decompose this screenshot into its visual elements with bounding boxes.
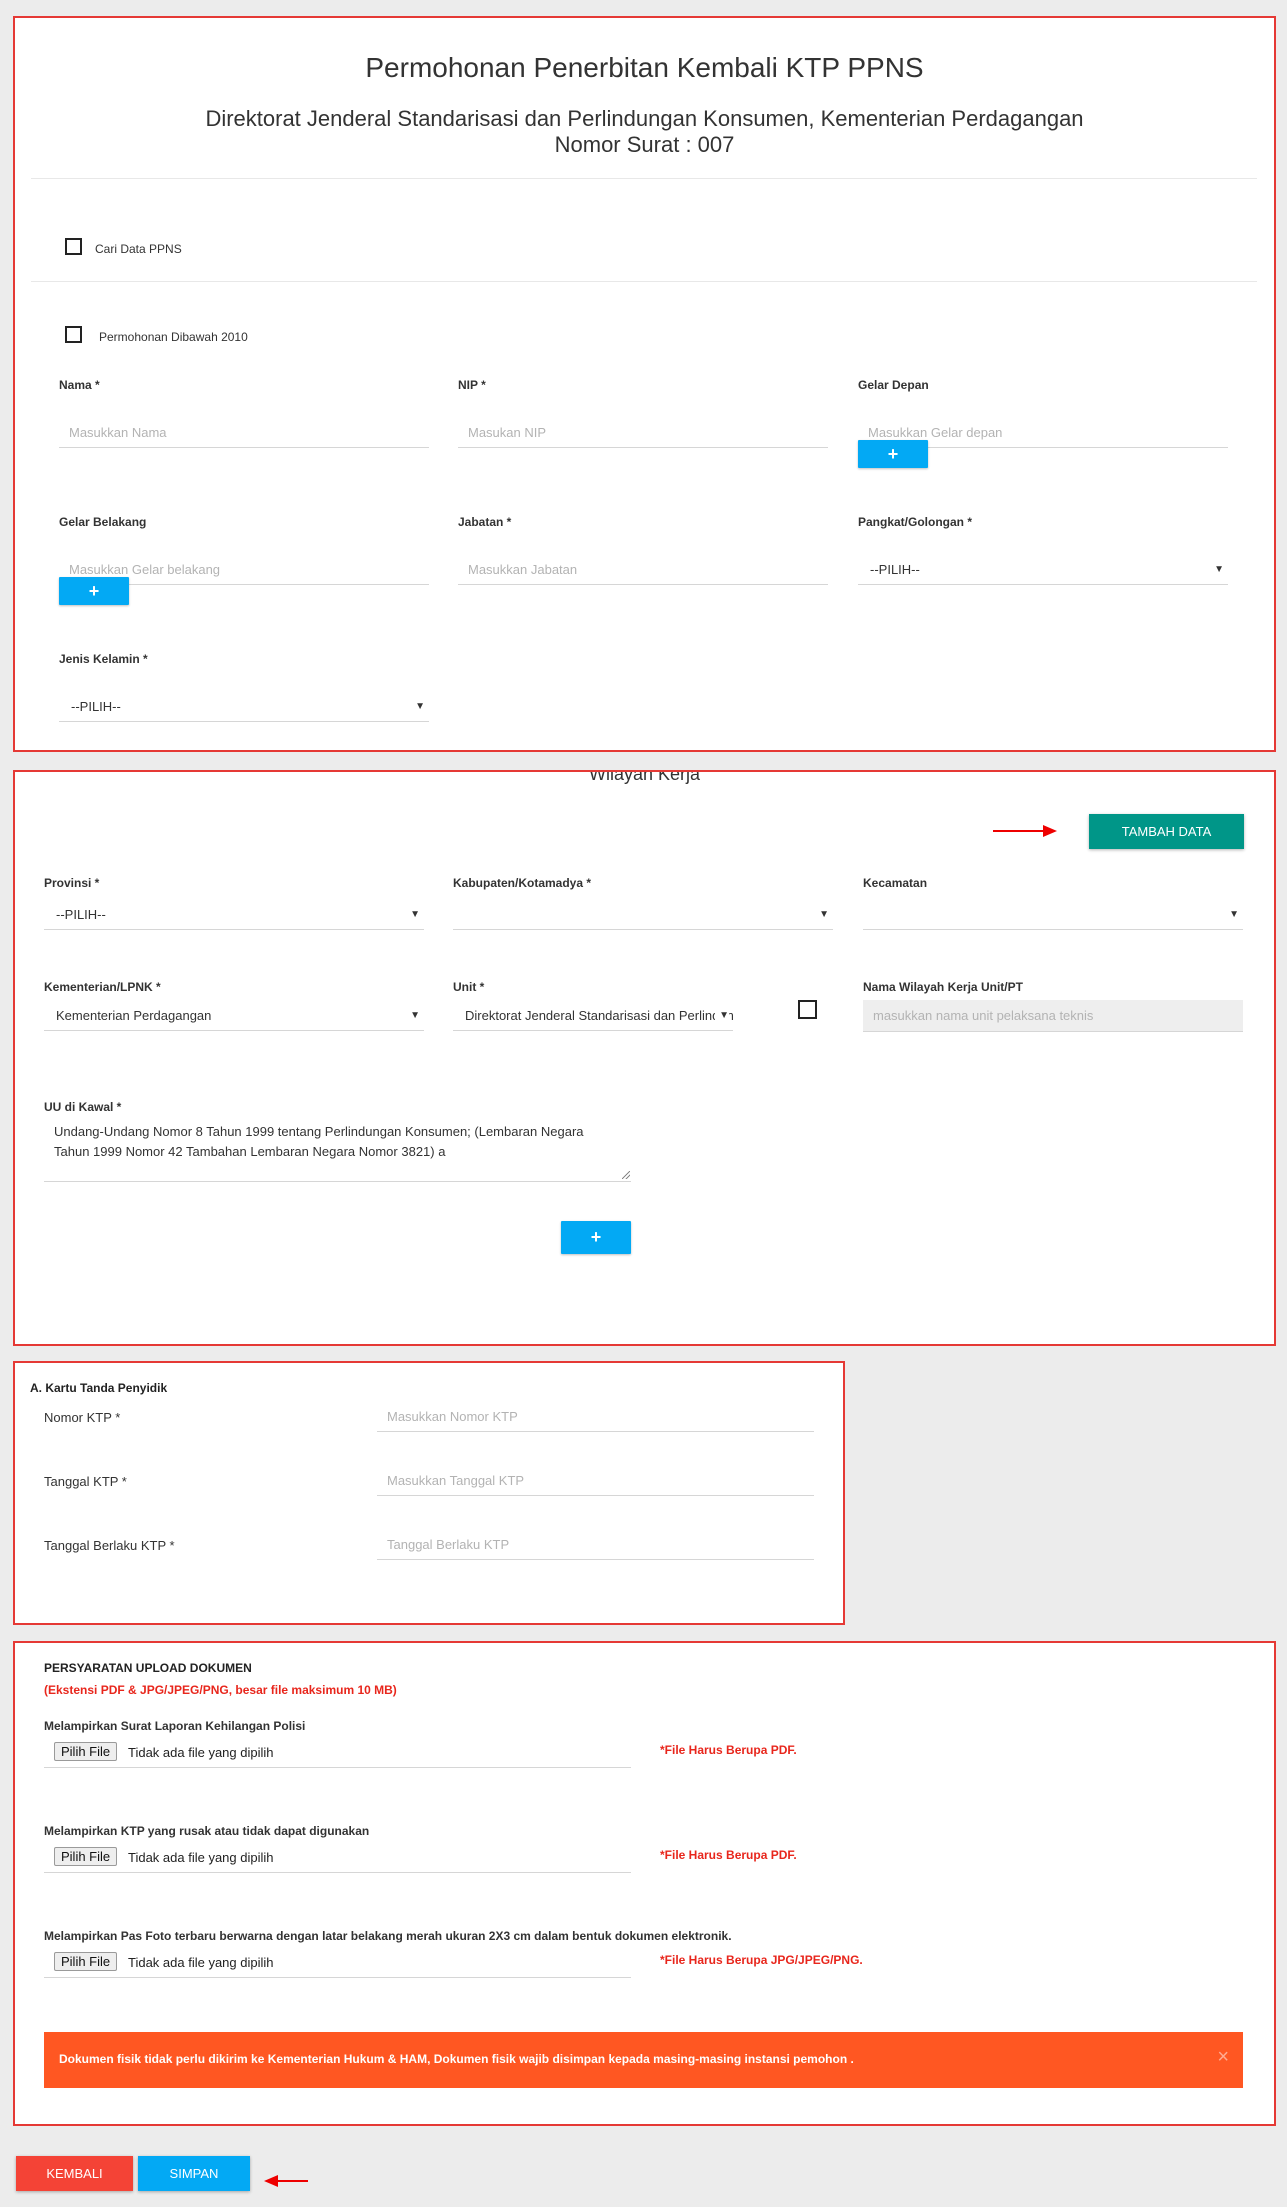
- header-divider: [31, 178, 1257, 179]
- cari-data-checkbox[interactable]: [65, 238, 82, 255]
- alert-text: Dokumen fisik tidak perlu dikirim ke Kem…: [59, 2052, 854, 2066]
- jabatan-label: Jabatan *: [458, 515, 512, 529]
- tanggal-ktp-label: Tanggal KTP *: [44, 1474, 127, 1489]
- upload-panel: PERSYARATAN UPLOAD DOKUMEN (Ekstensi PDF…: [13, 1641, 1276, 2126]
- jenis-kelamin-label: Jenis Kelamin *: [59, 652, 148, 666]
- chevron-down-icon: ▼: [1229, 909, 1239, 920]
- nama-input[interactable]: [59, 418, 429, 448]
- page-title: Permohonan Penerbitan Kembali KTP PPNS: [365, 52, 924, 83]
- provinsi-label: Provinsi *: [44, 876, 100, 890]
- nomor-ktp-input[interactable]: [377, 1402, 814, 1432]
- arrow-indicator: [276, 2180, 308, 2182]
- gelar-depan-label: Gelar Depan: [858, 378, 929, 392]
- uu-textarea[interactable]: Undang-Undang Nomor 8 Tahun 1999 tentang…: [44, 1122, 631, 1182]
- add-gelar-depan-button[interactable]: +: [858, 440, 928, 468]
- info-alert: Dokumen fisik tidak perlu dikirim ke Kem…: [44, 2032, 1243, 2088]
- kecamatan-select[interactable]: ▼: [863, 900, 1243, 930]
- upload-item-label: Melampirkan Pas Foto terbaru berwarna de…: [44, 1929, 732, 1943]
- close-icon[interactable]: ×: [1217, 2046, 1229, 2069]
- tanggal-ktp-input[interactable]: [377, 1466, 814, 1496]
- wilayah-title: Wilayah Kerja: [588, 770, 701, 784]
- jenis-kelamin-select[interactable]: --PILIH-- ▼: [59, 692, 429, 722]
- nama-wilayah-input[interactable]: [863, 1000, 1243, 1032]
- arrow-indicator: [993, 830, 1045, 832]
- add-uu-button[interactable]: +: [561, 1221, 631, 1254]
- gelar-belakang-label: Gelar Belakang: [59, 515, 147, 529]
- chevron-down-icon: ▼: [819, 909, 829, 920]
- nip-input[interactable]: [458, 418, 828, 448]
- pangkat-select[interactable]: --PILIH-- ▼: [858, 555, 1228, 585]
- upload-title: PERSYARATAN UPLOAD DOKUMEN: [44, 1661, 252, 1675]
- jenis-kelamin-value: --PILIH--: [71, 699, 121, 714]
- search-divider: [31, 281, 1257, 282]
- ktp-section-title: A. Kartu Tanda Penyidik: [30, 1381, 168, 1395]
- kementerian-label: Kementerian/LPNK *: [44, 980, 161, 994]
- kementerian-select[interactable]: Kementerian Perdagangan ▼: [44, 1001, 424, 1031]
- chevron-down-icon: ▼: [410, 1010, 420, 1021]
- choose-file-button[interactable]: Pilih File: [54, 1847, 118, 1866]
- file-hint: *File Harus Berupa PDF.: [660, 1848, 797, 1862]
- unit-label: Unit *: [453, 980, 485, 994]
- chevron-down-icon: ▼: [415, 701, 425, 712]
- file-hint: *File Harus Berupa PDF.: [660, 1743, 797, 1757]
- upload-note: (Ekstensi PDF & JPG/JPEG/PNG, besar file…: [44, 1683, 397, 1697]
- cari-data-label: Cari Data PPNS: [95, 242, 182, 256]
- wilayah-panel: Wilayah Kerja TAMBAH DATA Provinsi * --P…: [13, 770, 1276, 1346]
- berlaku-ktp-label: Tanggal Berlaku KTP *: [44, 1538, 175, 1553]
- kembali-button[interactable]: KEMBALI: [16, 2156, 133, 2191]
- nama-wilayah-label: Nama Wilayah Kerja Unit/PT: [863, 980, 1023, 994]
- upload-item-label: Melampirkan Surat Laporan Kehilangan Pol…: [44, 1719, 306, 1733]
- berlaku-ktp-input[interactable]: [377, 1530, 814, 1560]
- kementerian-value: Kementerian Perdagangan: [56, 1008, 212, 1023]
- add-gelar-belakang-button[interactable]: +: [59, 577, 129, 605]
- kabupaten-select[interactable]: ▼: [453, 900, 833, 930]
- unit-checkbox[interactable]: [798, 1000, 817, 1019]
- unit-value: Direktorat Jenderal Standarisasi dan Per…: [465, 1008, 733, 1023]
- nip-label: NIP *: [458, 378, 486, 392]
- file-status: Tidak ada file yang dipilih: [128, 1745, 274, 1760]
- upload-item-label: Melampirkan KTP yang rusak atau tidak da…: [44, 1824, 370, 1838]
- resize-handle-icon[interactable]: [622, 1171, 630, 1179]
- file-status: Tidak ada file yang dipilih: [128, 1850, 274, 1865]
- personal-panel: Permohonan Penerbitan Kembali KTP PPNS D…: [13, 16, 1276, 752]
- nama-label: Nama *: [59, 378, 100, 392]
- page-subtitle: Direktorat Jenderal Standarisasi dan Per…: [205, 106, 1084, 131]
- provinsi-select[interactable]: --PILIH-- ▼: [44, 900, 424, 930]
- arrowhead-right-icon: [1043, 825, 1057, 837]
- ktp-panel: A. Kartu Tanda Penyidik Nomor KTP * Tang…: [13, 1361, 845, 1625]
- choose-file-button[interactable]: Pilih File: [54, 1742, 118, 1761]
- uu-value: Undang-Undang Nomor 8 Tahun 1999 tentang…: [54, 1124, 584, 1159]
- chevron-down-icon: ▼: [1214, 564, 1224, 575]
- chevron-down-icon: ▼: [715, 1001, 729, 1030]
- chevron-down-icon: ▼: [410, 909, 420, 920]
- letter-number: Nomor Surat : 007: [554, 132, 735, 157]
- simpan-button[interactable]: SIMPAN: [138, 2156, 250, 2191]
- pangkat-label: Pangkat/Golongan *: [858, 515, 973, 529]
- file-hint: *File Harus Berupa JPG/JPEG/PNG.: [660, 1953, 863, 1967]
- tambah-data-button[interactable]: TAMBAH DATA: [1089, 814, 1244, 849]
- nomor-ktp-label: Nomor KTP *: [44, 1410, 121, 1425]
- dibawah-2010-label: Permohonan Dibawah 2010: [99, 330, 248, 344]
- unit-select[interactable]: Direktorat Jenderal Standarisasi dan Per…: [453, 1001, 733, 1031]
- kecamatan-label: Kecamatan: [863, 876, 928, 890]
- kabupaten-label: Kabupaten/Kotamadya *: [453, 876, 592, 890]
- jabatan-input[interactable]: [458, 555, 828, 585]
- provinsi-value: --PILIH--: [56, 907, 106, 922]
- pangkat-value: --PILIH--: [870, 562, 920, 577]
- file-status: Tidak ada file yang dipilih: [128, 1955, 274, 1970]
- choose-file-button[interactable]: Pilih File: [54, 1952, 118, 1971]
- uu-label: UU di Kawal *: [44, 1100, 122, 1114]
- dibawah-2010-checkbox[interactable]: [65, 326, 82, 343]
